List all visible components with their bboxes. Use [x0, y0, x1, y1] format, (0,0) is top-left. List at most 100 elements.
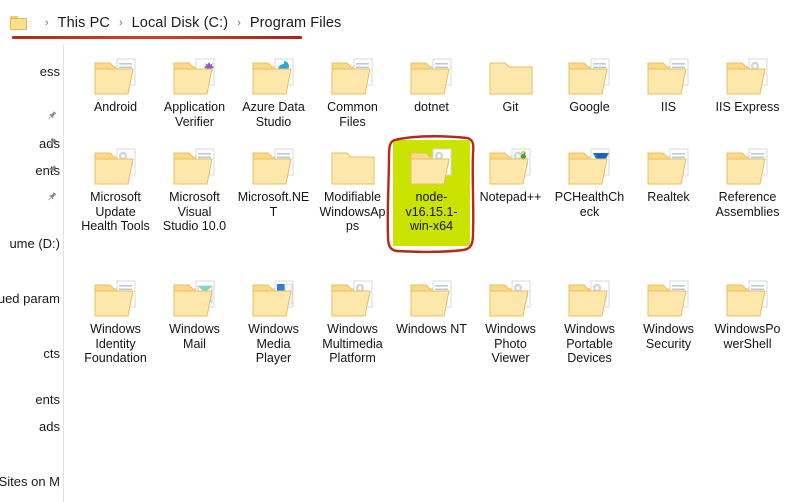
nav-item-label: ume (D:): [9, 235, 60, 251]
folder-item-label: Windows Photo Viewer: [485, 322, 536, 365]
folder-icon: [10, 16, 27, 30]
folder-generic-icon: [92, 276, 140, 320]
folder-item[interactable]: Windows Photo Viewer: [471, 276, 550, 366]
folder-item-label: Windows NT: [396, 322, 467, 336]
folder-gears-icon: [329, 276, 377, 320]
folder-generic-icon: [724, 144, 772, 188]
folder-item[interactable]: Notepad++: [471, 144, 550, 205]
folder-item[interactable]: Windows Multimedia Platform: [313, 276, 392, 366]
breadcrumb-separator-0: ›: [45, 17, 49, 29]
nav-item[interactable]: ents: [0, 390, 64, 408]
folder-item[interactable]: Windows Security: [629, 276, 708, 351]
folder-item[interactable]: Microsoft.NET: [234, 144, 313, 219]
breadcrumb-separator-2: ›: [237, 17, 241, 29]
folder-item-label: Windows Multimedia Platform: [322, 322, 383, 365]
folder-media-icon: [250, 276, 298, 320]
navigation-pane[interactable]: ess ads ents ume (D:) lued param cts ents ads Si…: [0, 44, 64, 502]
folder-item-label: Modifiable WindowsApps: [319, 190, 386, 233]
folder-item[interactable]: Google: [550, 54, 629, 115]
folder-item-label: Android: [93, 100, 138, 114]
folder-generic-icon: [645, 276, 693, 320]
folder-appverifier-icon: ห: [171, 54, 219, 98]
nav-item[interactable]: Sites on M: [0, 472, 64, 490]
file-list-view[interactable]: Android หApplication Verifier Azure Data S…: [64, 44, 795, 502]
folder-generic-icon: [566, 54, 614, 98]
nav-item[interactable]: ume (D:): [0, 234, 64, 252]
folder-gears-icon: [724, 54, 772, 98]
nav-item[interactable]: cts: [0, 344, 64, 362]
nav-item-label: ents: [35, 391, 60, 407]
nav-item[interactable]: ents: [0, 161, 64, 179]
folder-item-label: IIS: [660, 100, 677, 114]
folder-item[interactable]: dotnet: [392, 54, 471, 115]
pin-icon[interactable]: [46, 137, 58, 149]
folder-mail-icon: [171, 276, 219, 320]
address-bar[interactable]: › This PC › Local Disk (C:) › Program Fi…: [0, 0, 795, 44]
folder-item[interactable]: Realtek: [629, 144, 708, 205]
nav-item[interactable]: [0, 188, 64, 206]
folder-item[interactable]: IIS: [629, 54, 708, 115]
folder-android-icon: [92, 54, 140, 98]
folder-item-label: Windows Security: [643, 322, 694, 351]
breadcrumb[interactable]: › This PC › Local Disk (C:) › Program Fi…: [10, 12, 341, 34]
folder-generic-icon: [645, 54, 693, 98]
folder-doc-icon: [408, 54, 456, 98]
folder-item-label: Application Verifier: [163, 100, 226, 129]
breadcrumb-item-this-pc[interactable]: This PC: [58, 15, 110, 31]
nav-item[interactable]: ads: [0, 417, 64, 435]
folder-gears-icon: [487, 276, 535, 320]
folder-item-label: Reference Assemblies: [715, 190, 780, 219]
folder-item[interactable]: WindowsPowerShell: [708, 276, 787, 351]
folder-item[interactable]: Microsoft Update Health Tools: [76, 144, 155, 234]
nav-item[interactable]: ess: [0, 62, 64, 80]
folder-item[interactable]: Windows Portable Devices: [550, 276, 629, 366]
folder-item[interactable]: Microsoft Visual Studio 10.0: [155, 144, 234, 234]
folder-item-label: Realtek: [647, 190, 690, 204]
folder-item-label: Google: [569, 100, 610, 114]
folder-generic-icon: [171, 144, 219, 188]
folder-item[interactable]: Windows Mail: [155, 276, 234, 351]
folder-item[interactable]: Git: [471, 54, 550, 115]
folder-generic-icon: [645, 144, 693, 188]
nav-item[interactable]: [0, 107, 64, 125]
breadcrumb-item-local-disk-c[interactable]: Local Disk (C:): [132, 15, 229, 31]
folder-item[interactable]: Reference Assemblies: [708, 144, 787, 219]
folder-item-selected[interactable]: node-v16.15.1-win-x64: [392, 140, 471, 246]
folder-gears-icon: [408, 144, 456, 188]
folder-item-label: Git: [502, 100, 519, 114]
folder-empty-icon: [329, 144, 377, 188]
breadcrumb-item-program-files[interactable]: Program Files: [250, 15, 342, 31]
folder-item-label: Windows Mail: [169, 322, 220, 351]
folder-item[interactable]: Windows Identity Foundation: [76, 276, 155, 366]
folder-item-label: Windows Portable Devices: [564, 322, 615, 365]
folder-item[interactable]: Windows Media Player: [234, 276, 313, 366]
folder-item[interactable]: PCHealthCheck: [550, 144, 629, 219]
file-explorer-window: › This PC › Local Disk (C:) › Program Fi…: [0, 0, 795, 502]
nav-item-label: ads: [39, 418, 60, 434]
nav-item[interactable]: ads: [0, 134, 64, 152]
pin-icon[interactable]: [46, 191, 58, 203]
pin-icon[interactable]: [46, 164, 58, 176]
folder-item[interactable]: Windows NT: [392, 276, 471, 337]
breadcrumb-separator-1: ›: [118, 17, 123, 29]
folder-item[interactable]: IIS Express: [708, 54, 787, 115]
folder-item[interactable]: Azure Data Studio: [234, 54, 313, 129]
folder-item[interactable]: Common Files: [313, 54, 392, 129]
folder-generic-icon: [408, 276, 456, 320]
folder-item[interactable]: หApplication Verifier: [155, 54, 234, 129]
nav-item-label: Sites on M: [0, 473, 60, 489]
folder-item[interactable]: Android: [76, 54, 155, 115]
folder-pchealth-icon: [566, 144, 614, 188]
folder-gears-icon: [566, 276, 614, 320]
nav-item-label: cts: [43, 345, 60, 361]
folder-gears-icon: [92, 144, 140, 188]
nav-item[interactable]: lued param: [0, 289, 64, 307]
folder-generic-icon: [724, 276, 772, 320]
folder-item-label: Common Files: [327, 100, 378, 129]
pin-icon[interactable]: [46, 110, 58, 122]
nav-item-label: ess: [39, 63, 60, 79]
folder-item[interactable]: Modifiable WindowsApps: [313, 144, 392, 234]
folder-item-label: IIS Express: [715, 100, 780, 114]
folder-item-label: PCHealthCheck: [554, 190, 625, 219]
breadcrumb-red-underline-annotation: [12, 36, 302, 39]
